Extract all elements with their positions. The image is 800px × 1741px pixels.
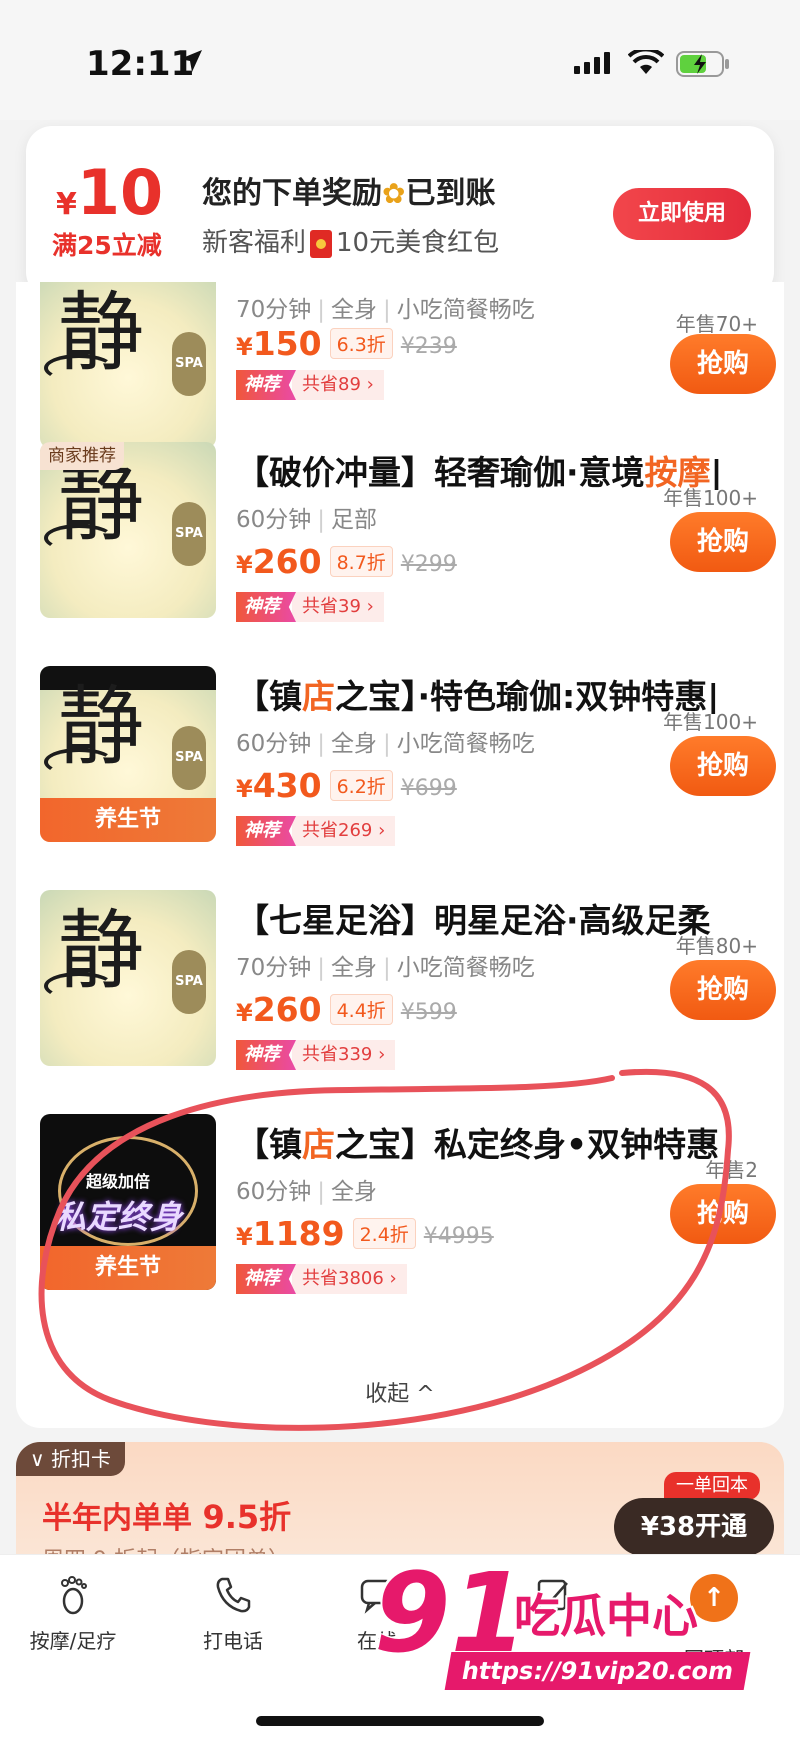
battery-charging-icon bbox=[676, 51, 729, 77]
deal-item[interactable]: 静 SPA 商家推荐 【破价冲量】轻奢瑜伽·意境按摩| 60分钟 | 足部 ¥260… bbox=[16, 442, 784, 632]
deal-item[interactable]: 静 SPA 70分钟 | 全身 | 小吃简餐畅吃 ¥150 6.3折 ¥239 神荐 共省89… bbox=[16, 282, 784, 462]
recommend-badge: 神荐 bbox=[236, 370, 296, 400]
deal-tags: 70分钟 | 全身 | 小吃简餐畅吃 bbox=[236, 955, 535, 981]
status-bar: 12:11 bbox=[0, 0, 800, 120]
cellular-signal-icon bbox=[574, 52, 610, 74]
price-row: ¥260 8.7折 ¥299 bbox=[236, 542, 457, 581]
deal-title: 【镇店之宝】私定终身•双钟特惠 bbox=[236, 1125, 720, 1162]
annual-sales: 年售80+ bbox=[675, 934, 758, 958]
deal-tags: 60分钟 | 全身 bbox=[236, 1179, 378, 1205]
deal-list: 静 SPA 70分钟 | 全身 | 小吃简餐畅吃 ¥150 6.3折 ¥239 神荐 共省89… bbox=[16, 282, 784, 1428]
deal-tags: 70分钟 | 全身 | 小吃简餐畅吃 bbox=[236, 297, 535, 323]
watermark-text: 吃瓜中心 bbox=[514, 1589, 698, 1643]
merchant-recommend-tag: 商家推荐 bbox=[40, 442, 124, 470]
price-row: ¥430 6.2折 ¥699 bbox=[236, 766, 457, 805]
savings-amount: 共省339 › bbox=[292, 1040, 396, 1070]
deal-thumbnail: 静 SPA bbox=[40, 282, 216, 448]
festival-tag: 养生节 bbox=[40, 1246, 216, 1290]
use-now-button[interactable]: 立即使用 bbox=[613, 188, 751, 240]
reward-banner: ¥10 满25立减 您的下单奖励✿已到账 新客福利 10元美食红包 立即使用 bbox=[26, 126, 774, 298]
deal-thumbnail: 超级加倍 私定终身 养生节 bbox=[40, 1114, 216, 1290]
savings-amount: 共省89 › bbox=[292, 370, 384, 400]
recommend-badge: 神荐 bbox=[236, 1264, 296, 1294]
annual-sales: 年售100+ bbox=[663, 710, 758, 734]
deal-item[interactable]: 超级加倍 私定终身 养生节 【镇店之宝】私定终身•双钟特惠 60分钟 | 全身 ¥1… bbox=[16, 1114, 784, 1304]
price-row: ¥1189 2.4折 ¥4995 bbox=[236, 1214, 494, 1253]
nav-call[interactable]: 打电话 bbox=[168, 1575, 298, 1654]
coupon-amount: ¥10 bbox=[56, 156, 164, 229]
deal-item[interactable]: 静 SPA 【七星足浴】明星足浴·高级足柔 70分钟 | 全身 | 小吃简餐畅吃 ¥26… bbox=[16, 890, 784, 1080]
buy-button[interactable]: 抢购 bbox=[670, 960, 776, 1020]
wifi-icon bbox=[628, 50, 664, 74]
recommend-badge: 神荐 bbox=[236, 816, 296, 846]
savings-row[interactable]: 神荐 共省89 › bbox=[236, 370, 384, 400]
price-row: ¥150 6.3折 ¥239 bbox=[236, 324, 457, 363]
savings-row[interactable]: 神荐 共省39 › bbox=[236, 592, 384, 622]
open-card-button[interactable]: ¥38开通 bbox=[614, 1498, 774, 1556]
discount-card-tag: ∨ 折扣卡 bbox=[16, 1442, 125, 1476]
savings-row[interactable]: 神荐 共省269 › bbox=[236, 816, 396, 846]
party-popper-icon: ✿ bbox=[382, 177, 406, 210]
annual-sales: 年售2 bbox=[705, 1158, 758, 1182]
savings-amount: 共省39 › bbox=[292, 592, 384, 622]
location-arrow-icon bbox=[180, 50, 202, 72]
red-envelope-icon bbox=[310, 229, 333, 258]
banner-subtitle: 新客福利 10元美食红包 bbox=[202, 228, 500, 258]
coupon-threshold: 满25立减 bbox=[52, 231, 162, 260]
deal-tags: 60分钟 | 全身 | 小吃简餐畅吃 bbox=[236, 731, 535, 757]
annual-sales: 年售100+ bbox=[663, 486, 758, 510]
buy-button[interactable]: 抢购 bbox=[670, 512, 776, 572]
deal-thumbnail: 静 SPA 商家推荐 bbox=[40, 442, 216, 618]
festival-tag: 养生节 bbox=[40, 798, 216, 842]
footprint-icon bbox=[61, 1576, 87, 1615]
recommend-badge: 神荐 bbox=[236, 1040, 296, 1070]
deal-item[interactable]: 静 SPA 养生节 【镇店之宝】·特色瑜伽:双钟特惠| 60分钟 | 全身 | 小吃简餐… bbox=[16, 666, 784, 856]
savings-amount: 共省269 › bbox=[292, 816, 396, 846]
annual-sales: 年售70+ bbox=[675, 312, 758, 336]
return-tag: 一单回本 bbox=[664, 1472, 760, 1500]
price-row: ¥260 4.4折 ¥599 bbox=[236, 990, 457, 1029]
watermark: 91 吃瓜中心 https://91vip20.com bbox=[374, 1558, 794, 1708]
home-indicator bbox=[256, 1716, 544, 1726]
nav-massage[interactable]: 按摩/足疗 bbox=[8, 1575, 138, 1654]
savings-row[interactable]: 神荐 共省3806 › bbox=[236, 1264, 407, 1294]
watermark-url: https://91vip20.com bbox=[444, 1652, 751, 1690]
deal-thumbnail: 静 SPA bbox=[40, 890, 216, 1066]
discount-card-title: 半年内单单 9.5折 bbox=[42, 1498, 292, 1536]
buy-button[interactable]: 抢购 bbox=[670, 736, 776, 796]
recommend-badge: 神荐 bbox=[236, 592, 296, 622]
deal-thumbnail: 静 SPA 养生节 bbox=[40, 666, 216, 842]
savings-amount: 共省3806 › bbox=[292, 1264, 407, 1294]
buy-button[interactable]: 抢购 bbox=[670, 334, 776, 394]
phone-icon bbox=[216, 1577, 251, 1613]
collapse-button[interactable]: 收起 ^ bbox=[16, 1376, 784, 1408]
savings-row[interactable]: 神荐 共省339 › bbox=[236, 1040, 396, 1070]
buy-button[interactable]: 抢购 bbox=[670, 1184, 776, 1244]
deal-tags: 60分钟 | 足部 bbox=[236, 507, 378, 533]
banner-title: 您的下单奖励✿已到账 bbox=[202, 176, 496, 211]
